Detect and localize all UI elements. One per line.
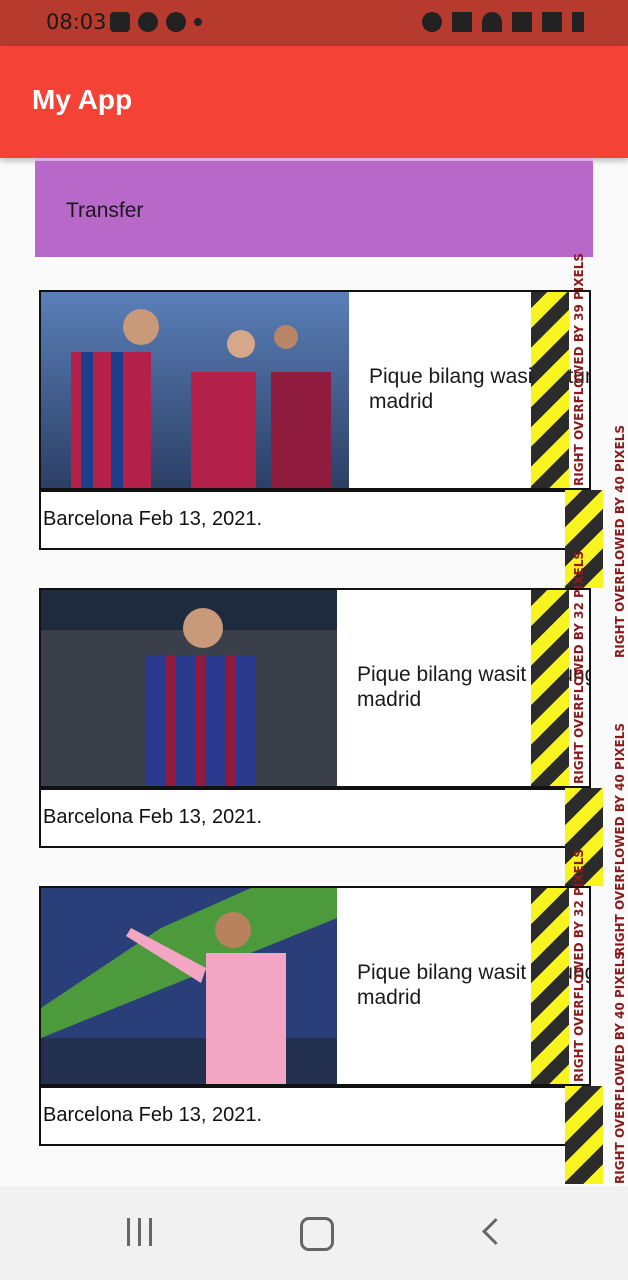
notification-icons	[110, 12, 202, 32]
news-thumbnail	[41, 888, 337, 1084]
news-card[interactable]: Pique bilang wasit untungk madrid RIGHT …	[39, 253, 628, 658]
home-icon[interactable]	[300, 1217, 334, 1251]
news-date: Barcelona Feb 13, 2021.	[43, 1104, 263, 1126]
transfer-section[interactable]: Transfer	[35, 158, 593, 257]
news-thumbnail	[41, 292, 349, 488]
news-card-header[interactable]: Pique bilang wasit untungka madrid	[39, 588, 591, 788]
overflow-warning: RIGHT OVERFLOWED BY 32 PIXELS	[572, 551, 586, 784]
news-thumbnail	[41, 590, 337, 786]
app-notification-icon-2	[166, 12, 186, 32]
overflow-warning: RIGHT OVERFLOWED BY 39 PIXELS	[572, 253, 586, 486]
battery-icon	[572, 12, 584, 32]
overflow-warning: RIGHT OVERFLOWED BY 32 PIXELS	[572, 849, 586, 1082]
recent-apps-icon[interactable]	[127, 1218, 152, 1246]
news-date: Barcelona Feb 13, 2021.	[43, 806, 263, 828]
overflow-indicator	[531, 888, 569, 1084]
alarm-icon	[422, 12, 442, 32]
system-nav-bar	[0, 1186, 628, 1280]
gallery-icon	[110, 12, 130, 32]
app-title: My App	[32, 84, 133, 115]
app-notification-icon	[138, 12, 158, 32]
news-date: Barcelona Feb 13, 2021.	[43, 508, 263, 530]
overflow-indicator	[531, 590, 569, 786]
more-notifications-icon	[194, 18, 202, 26]
mute-icon	[452, 12, 472, 32]
back-icon[interactable]	[482, 1218, 509, 1245]
overflow-indicator	[531, 292, 569, 488]
status-bar: 08:03	[0, 0, 628, 46]
overflow-indicator	[565, 1086, 603, 1184]
news-card-footer: Barcelona Feb 13, 2021.	[39, 1086, 573, 1146]
transfer-label: Transfer	[66, 199, 144, 222]
signal-icon	[512, 12, 532, 32]
status-time: 08:03	[46, 10, 107, 34]
news-card-header[interactable]: Pique bilang wasit untungk madrid	[39, 290, 591, 490]
wifi-icon	[482, 12, 502, 32]
signal-icon-2	[542, 12, 562, 32]
overflow-warning: RIGHT OVERFLOWED BY 40 PIXELS	[613, 951, 627, 1184]
system-status-icons	[422, 12, 584, 32]
news-card-header[interactable]: Pique bilang wasit untungka madrid	[39, 886, 591, 1086]
app-bar: My App	[0, 46, 628, 158]
news-card[interactable]: Pique bilang wasit untungka madrid RIGHT…	[39, 849, 628, 1184]
news-card[interactable]: Pique bilang wasit untungka madrid RIGHT…	[39, 551, 628, 956]
news-card-footer: Barcelona Feb 13, 2021.	[39, 490, 573, 550]
news-card-footer: Barcelona Feb 13, 2021.	[39, 788, 573, 848]
